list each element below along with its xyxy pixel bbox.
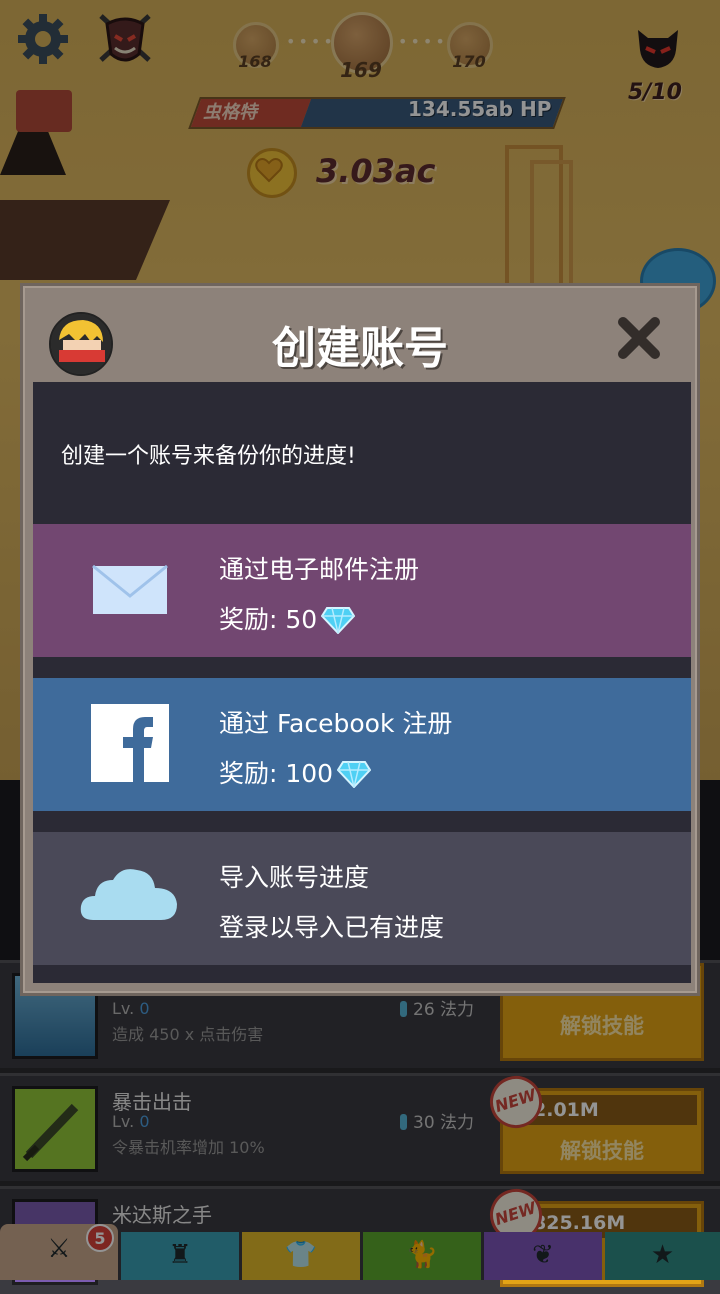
gem-icon [321,607,356,634]
register-email-option[interactable]: 通过电子邮件注册 奖励: 50 [33,524,691,657]
create-account-dialog: 创建账号 创建一个账号来备份你的进度! 通过电子邮件注册 奖励: 50 通过 F… [20,283,700,996]
gem-icon [337,761,372,788]
cloud-icon [79,858,179,936]
dialog-body: 创建一个账号来备份你的进度! 通过电子邮件注册 奖励: 50 通过 Facebo… [33,382,691,983]
email-option-title: 通过电子邮件注册 [219,555,420,584]
import-option-subtitle: 登录以导入已有进度 [219,913,445,942]
dialog-title: 创建账号 [272,323,448,374]
facebook-icon [91,704,169,782]
mail-icon [91,550,169,628]
dialog-intro-text: 创建一个账号来备份你的进度! [61,444,356,469]
close-button[interactable] [615,314,663,362]
register-facebook-option[interactable]: 通过 Facebook 注册 奖励: 100 [33,678,691,811]
email-option-reward: 奖励: 50 [219,600,356,636]
import-option-title: 导入账号进度 [219,863,370,892]
import-progress-option[interactable]: 导入账号进度 登录以导入已有进度 [33,832,691,965]
facebook-option-reward: 奖励: 100 [219,754,372,790]
close-icon [618,317,660,359]
facebook-option-title: 通过 Facebook 注册 [219,709,453,738]
